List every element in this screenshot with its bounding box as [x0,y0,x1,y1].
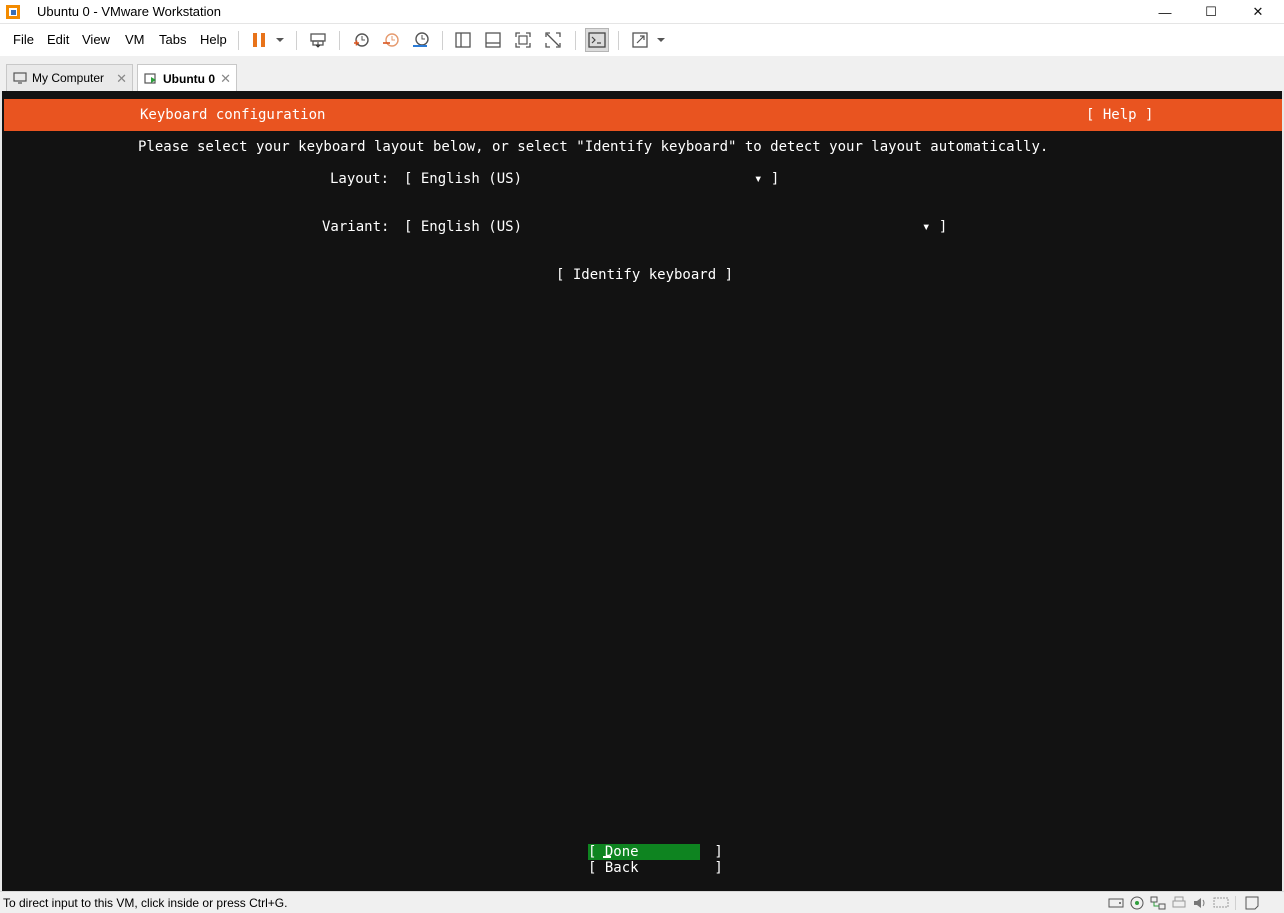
menu-toolbar: File Edit View VM Tabs Help [0,24,1284,56]
tab-label: My Computer [32,71,105,85]
menu-help[interactable]: Help [200,32,227,47]
help-button[interactable]: [ Help ] [1086,107,1153,123]
variant-select[interactable]: [ English (US) [404,219,522,235]
installer-title: Keyboard configuration [140,107,326,123]
text-cursor [603,856,611,858]
title-bar: Ubuntu 0 - VMware Workstation — ☐ ✕ [0,0,1284,24]
computer-icon [13,72,27,84]
identify-keyboard-button[interactable]: [ Identify keyboard ] [556,267,733,283]
variant-dropdown-icon[interactable]: ▾ ] [922,219,947,235]
network-adapter-icon[interactable] [1150,896,1166,910]
tab-label: Ubuntu 0 [163,71,215,86]
full-screen-icon[interactable] [511,28,535,52]
message-log-icon[interactable] [1244,896,1260,910]
send-ctrl-alt-del-icon[interactable] [306,28,330,52]
back-button[interactable]: [ Back ] [588,860,723,876]
toolbar-separator [618,31,619,50]
library-icon[interactable] [451,28,475,52]
toolbar-separator [442,31,443,50]
menu-file[interactable]: File [13,32,34,47]
status-text: To direct input to this VM, click inside… [3,896,288,910]
toolbar-separator [575,31,576,50]
thumbnail-icon[interactable] [481,28,505,52]
menu-edit[interactable]: Edit [47,32,69,47]
toolbar-separator [339,31,340,50]
printer-icon[interactable] [1171,896,1187,910]
snapshot-icon[interactable] [349,28,373,52]
snapshot-manager-icon[interactable] [409,28,433,52]
layout-label: Layout: [330,171,390,187]
layout-dropdown-icon[interactable]: ▾ ] [754,171,779,187]
minimize-button[interactable]: — [1142,0,1188,24]
menu-vm[interactable]: VM [125,32,145,47]
toolbar-separator [296,31,297,50]
tab-ubuntu-0[interactable]: Ubuntu 0 ✕ [137,64,237,92]
sound-card-icon[interactable] [1192,896,1208,910]
close-tab-icon[interactable]: ✕ [220,71,231,87]
pause-dropdown-icon[interactable] [276,38,284,42]
close-tab-icon[interactable]: ✕ [116,71,127,87]
toolbar-separator [238,31,239,50]
menu-view[interactable]: View [82,32,110,47]
vm-running-icon [144,72,156,84]
display-icon[interactable] [1213,896,1229,910]
revert-snapshot-icon[interactable] [379,28,403,52]
menu-tabs[interactable]: Tabs [159,32,186,47]
close-window-button[interactable]: ✕ [1235,0,1281,24]
unity-icon[interactable] [541,28,565,52]
variant-label: Variant: [322,219,390,235]
cd-dvd-icon[interactable] [1129,896,1145,910]
vmware-app-icon [6,5,20,19]
stretch-dropdown-icon[interactable] [657,38,665,42]
maximize-button[interactable]: ☐ [1188,0,1234,24]
tab-strip: My Computer ✕ Ubuntu 0 ✕ [0,60,1284,92]
hard-disk-icon[interactable] [1108,896,1124,910]
layout-select[interactable]: [ English (US) [404,171,522,187]
stretch-icon[interactable] [628,28,652,52]
console-view-icon[interactable] [585,28,609,52]
status-bar: To direct input to this VM, click inside… [0,891,1284,913]
status-separator [1235,896,1236,910]
instruction-text: Please select your keyboard layout below… [138,139,1049,155]
pause-icon[interactable] [247,28,271,52]
installer-header: Keyboard configuration [ Help ] [4,99,1282,131]
window-title: Ubuntu 0 - VMware Workstation [37,4,221,19]
tab-my-computer[interactable]: My Computer ✕ [6,64,133,91]
vm-console[interactable]: Keyboard configuration [ Help ] Please s… [0,91,1284,891]
